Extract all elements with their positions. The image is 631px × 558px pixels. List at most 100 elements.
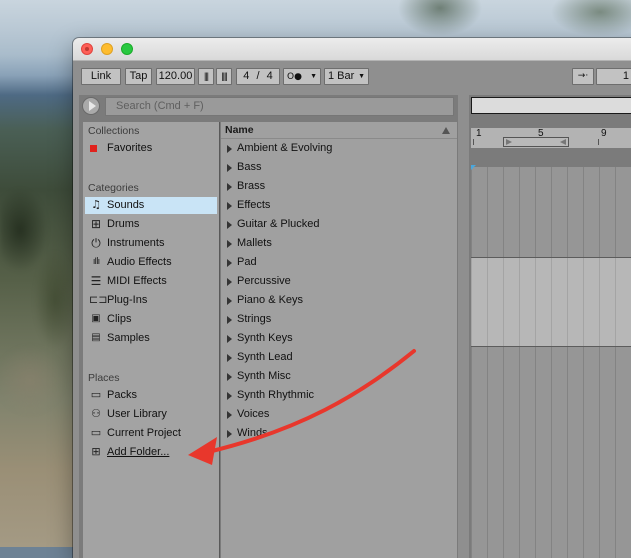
ruler-tick bbox=[598, 139, 599, 145]
disclosure-triangle-icon[interactable] bbox=[227, 183, 232, 191]
search-input[interactable]: Search (Cmd + F) bbox=[105, 97, 454, 116]
minimize-window-button[interactable] bbox=[101, 43, 113, 55]
samples-icon: ▤ bbox=[91, 332, 101, 343]
sidebar-item-current-project[interactable]: ▭ Current Project bbox=[85, 425, 217, 442]
sidebar-item-label: Clips bbox=[107, 313, 132, 325]
column-header-label: Name bbox=[225, 124, 254, 136]
nudge-down-icon[interactable]: ||| bbox=[198, 68, 214, 85]
disclosure-triangle-icon[interactable] bbox=[227, 278, 232, 286]
time-signature-field[interactable]: 4 / 4 bbox=[236, 68, 280, 85]
list-item[interactable]: Synth Keys bbox=[221, 330, 457, 347]
position-field[interactable]: 1 bbox=[596, 68, 631, 85]
disclosure-triangle-icon[interactable] bbox=[227, 411, 232, 419]
sidebar-item-user-library[interactable]: ⚇ User Library bbox=[85, 406, 217, 423]
list-item[interactable]: Effects bbox=[221, 197, 457, 214]
track-lane[interactable] bbox=[471, 167, 631, 257]
sidebar-item-drums[interactable]: ⊞ Drums bbox=[85, 216, 217, 233]
disclosure-triangle-icon[interactable] bbox=[227, 259, 232, 267]
list-item[interactable]: Pad bbox=[221, 254, 457, 271]
sidebar-item-samples[interactable]: ▤ Samples bbox=[85, 330, 217, 347]
sidebar-item-label: Samples bbox=[107, 332, 150, 344]
list-item[interactable]: Ambient & Evolving bbox=[221, 140, 457, 157]
list-item[interactable]: Synth Misc bbox=[221, 368, 457, 385]
list-item[interactable]: Percussive bbox=[221, 273, 457, 290]
list-item[interactable]: Bass bbox=[221, 159, 457, 176]
list-item-label: Synth Misc bbox=[237, 370, 291, 382]
browser-panel: Search (Cmd + F) Collections Favorites C… bbox=[79, 95, 458, 558]
list-item[interactable]: Synth Lead bbox=[221, 349, 457, 366]
loop-brace[interactable] bbox=[503, 137, 569, 147]
list-item[interactable]: Winds bbox=[221, 425, 457, 442]
sidebar-item-audio-effects[interactable]: ıIlı Audio Effects bbox=[85, 254, 217, 271]
disclosure-triangle-icon[interactable] bbox=[227, 240, 232, 248]
tap-tempo-button[interactable]: Tap bbox=[125, 68, 152, 85]
browser-sidebar: Collections Favorites Categories ♫ Sound… bbox=[83, 122, 220, 558]
title-bar bbox=[73, 38, 631, 61]
sidebar-item-label: Packs bbox=[107, 389, 137, 401]
list-item[interactable]: Mallets bbox=[221, 235, 457, 252]
ruler-bar-number: 9 bbox=[601, 128, 607, 139]
sig-numerator: 4 bbox=[243, 70, 250, 82]
tempo-field[interactable]: 120.00 bbox=[156, 68, 195, 85]
sidebar-item-plug-ins[interactable]: ⊏⊐ Plug-Ins bbox=[85, 292, 217, 309]
arrangement-grid[interactable] bbox=[471, 165, 631, 558]
sidebar-item-label: User Library bbox=[107, 408, 167, 420]
sidebar-item-label: Favorites bbox=[107, 142, 153, 154]
sidebar-item-label: MIDI Effects bbox=[107, 275, 167, 287]
list-item[interactable]: Piano & Keys bbox=[221, 292, 457, 309]
beat-time-ruler[interactable]: 1 5 9 bbox=[471, 128, 631, 148]
chevron-down-icon: ▼ bbox=[310, 73, 317, 80]
disclosure-triangle-icon[interactable] bbox=[227, 392, 232, 400]
close-window-button[interactable] bbox=[81, 43, 93, 55]
disclosure-triangle-icon[interactable] bbox=[227, 164, 232, 172]
folder-icon: ▭ bbox=[90, 426, 102, 439]
link-button[interactable]: Link bbox=[81, 68, 121, 85]
sidebar-item-add-folder[interactable]: ⊞ Add Folder... bbox=[85, 444, 217, 461]
sig-denominator: 4 bbox=[266, 70, 273, 82]
sidebar-item-packs[interactable]: ▭ Packs bbox=[85, 387, 217, 404]
play-box-icon: ▣ bbox=[91, 313, 101, 324]
sidebar-item-instruments[interactable]: ⏻ Instruments bbox=[85, 235, 217, 252]
disclosure-triangle-icon[interactable] bbox=[227, 373, 232, 381]
favorite-color-icon bbox=[90, 145, 97, 152]
list-item[interactable]: Voices bbox=[221, 406, 457, 423]
list-item[interactable]: Synth Rhythmic bbox=[221, 387, 457, 404]
ableton-window: Link Tap 120.00 ||| |||| 4 / 4 O● ▼ 1 Ba… bbox=[73, 38, 631, 558]
sidebar-item-label: Sounds bbox=[107, 199, 145, 211]
waveform-icon: ıIlı bbox=[92, 257, 100, 267]
browser-content: Name Ambient & Evolving Bass Brass Effects G… bbox=[221, 122, 457, 558]
metronome-button[interactable]: O● ▼ bbox=[283, 68, 321, 85]
follow-icon[interactable]: →· bbox=[572, 68, 594, 85]
search-row: Search (Cmd + F) bbox=[79, 95, 458, 119]
ruler-tick bbox=[473, 139, 474, 145]
power-icon: ⏻ bbox=[91, 236, 101, 250]
sidebar-item-sounds[interactable]: ♫ Sounds bbox=[85, 197, 217, 214]
list-item-label: Effects bbox=[237, 199, 271, 211]
control-bar: Link Tap 120.00 ||| |||| 4 / 4 O● ▼ 1 Ba… bbox=[73, 61, 631, 93]
list-item[interactable]: Strings bbox=[221, 311, 457, 328]
list-item-label: Winds bbox=[237, 427, 268, 439]
track-divider bbox=[471, 346, 631, 347]
list-item-label: Guitar & Plucked bbox=[237, 218, 320, 230]
disclosure-triangle-icon[interactable] bbox=[227, 202, 232, 210]
disclosure-triangle-icon[interactable] bbox=[227, 316, 232, 324]
disclosure-triangle-icon[interactable] bbox=[227, 145, 232, 153]
quantize-menu[interactable]: 1 Bar ▼ bbox=[324, 68, 369, 85]
disclosure-triangle-icon[interactable] bbox=[227, 221, 232, 229]
preview-play-icon[interactable] bbox=[82, 97, 100, 115]
overview-bar[interactable] bbox=[471, 97, 631, 114]
nudge-up-icon[interactable]: |||| bbox=[216, 68, 232, 85]
track-lane-selected[interactable] bbox=[471, 258, 631, 346]
disclosure-triangle-icon[interactable] bbox=[227, 430, 232, 438]
sidebar-item-label: Audio Effects bbox=[107, 256, 172, 268]
maximize-window-button[interactable] bbox=[121, 43, 133, 55]
list-item[interactable]: Brass bbox=[221, 178, 457, 195]
sidebar-item-favorites[interactable]: Favorites bbox=[85, 140, 217, 157]
disclosure-triangle-icon[interactable] bbox=[227, 335, 232, 343]
disclosure-triangle-icon[interactable] bbox=[227, 354, 232, 362]
sidebar-item-clips[interactable]: ▣ Clips bbox=[85, 311, 217, 328]
list-item[interactable]: Guitar & Plucked bbox=[221, 216, 457, 233]
sidebar-item-midi-effects[interactable]: ☰ MIDI Effects bbox=[85, 273, 217, 290]
disclosure-triangle-icon[interactable] bbox=[227, 297, 232, 305]
name-column-header[interactable]: Name bbox=[221, 122, 457, 139]
